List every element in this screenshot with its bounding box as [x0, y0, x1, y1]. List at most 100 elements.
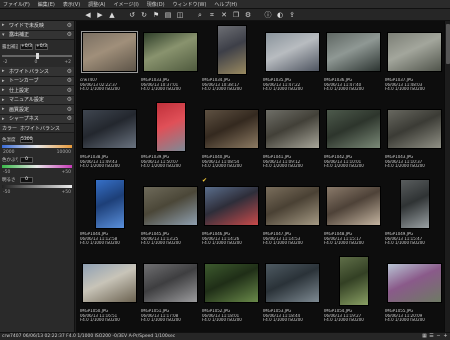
thumbnail-image[interactable]	[204, 109, 259, 149]
thumbnail[interactable]: IMGP1047.JPG 06/06/13 11:14:53 F4.0 1/1000…	[262, 178, 320, 255]
thumbnail[interactable]: IMGP1048.JPG 06/06/13 11:15:17 F4.0 1/1000…	[323, 178, 381, 255]
delete-icon[interactable]: ✕	[220, 11, 228, 19]
p1-row-1[interactable]: ▾ 露出補正 ⚙	[0, 30, 74, 40]
chevron-right-icon[interactable]: ▸	[2, 87, 7, 93]
thumbnail[interactable]: IMGP1055.JPG 06/06/13 11:20:09 F4.0 1/1000…	[384, 255, 442, 332]
thumbnail[interactable]: IMGP1045.JPG 06/06/13 11:13:25 F4.0 1/1000…	[140, 178, 198, 255]
thumbnail-image[interactable]	[204, 263, 259, 303]
thumbnail[interactable]: IMGP1053.JPG 06/06/13 11:18:44 F4.0 1/1000…	[262, 255, 320, 332]
rotate-right-icon[interactable]: ↻	[140, 11, 148, 19]
settings-icon[interactable]: ⚙	[244, 11, 252, 19]
color-temp-value[interactable]: 5300	[20, 136, 33, 143]
menu-item-5[interactable]: 現像(D)	[147, 1, 165, 8]
thumbnail-image[interactable]	[387, 263, 442, 303]
p2-row-4[interactable]: ▸ 画質設定 ⚙	[0, 105, 74, 115]
chevron-right-icon[interactable]: ▸	[2, 78, 7, 84]
gear-icon[interactable]: ⚙	[67, 96, 72, 103]
p2-row-0[interactable]: ▸ ホワイトバランス ⚙	[0, 67, 74, 77]
thumbnail[interactable]: IMGP1034.JPG 06/06/13 10:38:17 F4.0 1/1000…	[201, 24, 259, 101]
thumbnail[interactable]: IMGP1036.JPG 06/06/13 11:47:40 F4.0 1/1000…	[323, 24, 381, 101]
zoom-icon[interactable]: ⌕	[196, 11, 204, 19]
thumbnail[interactable]: IMGP1044.JPG 06/06/13 11:12:58 F4.0 1/1000…	[79, 178, 137, 255]
thumbnail[interactable]: IMGP1042.JPG 06/06/13 11:10:01 F4.0 1/2000…	[323, 101, 381, 178]
arrow-right-icon[interactable]: ▶	[96, 11, 104, 19]
hue-value[interactable]: 0	[20, 176, 33, 183]
menu-item-1[interactable]: 編集(E)	[38, 1, 55, 8]
thumbnail-image[interactable]	[143, 32, 198, 72]
thumbnail-image[interactable]	[95, 179, 125, 229]
color-temp-gradient[interactable]	[2, 145, 72, 148]
gear-icon[interactable]: ⚙	[67, 106, 72, 113]
gear-icon[interactable]: ⚙	[67, 31, 72, 38]
p1-row-0[interactable]: ▸ ワイドで未反映 ⚙	[0, 21, 74, 31]
thumbnail-image[interactable]	[326, 32, 381, 72]
list-view-icon[interactable]: ☰	[429, 334, 434, 339]
exposure-slider-knob[interactable]	[35, 52, 39, 59]
scrollbar-thumb[interactable]	[446, 24, 450, 64]
zoom-in-icon[interactable]: +	[443, 334, 448, 339]
gear-icon[interactable]: ⚙	[67, 115, 72, 122]
exposure-slider[interactable]	[2, 52, 72, 59]
menu-item-0[interactable]: ファイル(F)	[3, 1, 30, 8]
scrollbar[interactable]	[444, 21, 450, 332]
thumbnail[interactable]: IMGP1035.JPG 06/06/13 11:47:22 F4.0 1/1000…	[262, 24, 320, 101]
thumbnail[interactable]: IMGP1037.JPG 06/06/13 11:48:03 F4.0 1/1000…	[384, 24, 442, 101]
gear-icon[interactable]: ⚙	[67, 22, 72, 29]
thumbnail-image[interactable]	[204, 186, 259, 226]
gear-icon[interactable]: ⚙	[67, 68, 72, 75]
thumbnail[interactable]: IMGP1052.JPG 06/06/13 11:18:01 F4.0 1/1000…	[201, 255, 259, 332]
exposure-value-right[interactable]: +0/3	[35, 43, 48, 50]
thumbnail[interactable]: IMGP1043.JPG 06/06/13 11:10:37 F4.0 1/2000…	[384, 101, 442, 178]
thumbnail-image[interactable]	[156, 102, 186, 152]
thumbnail-image[interactable]	[143, 186, 198, 226]
exposure-value-left[interactable]: +0/3	[20, 43, 33, 50]
p2-row-2[interactable]: ▸ 仕上設定 ⚙	[0, 86, 74, 96]
stack-icon[interactable]: ▤	[164, 11, 172, 19]
thumbnail[interactable]: IMGP1040.JPG 06/06/13 11:08:54 F4.0 1/2000…	[201, 101, 259, 178]
chevron-right-icon[interactable]: ▸	[2, 68, 7, 74]
menu-item-7[interactable]: ヘルプ(H)	[214, 1, 237, 8]
thumbnail-image[interactable]	[82, 263, 137, 303]
zoom-out-icon[interactable]: −	[436, 334, 441, 339]
chevron-right-icon[interactable]: ▸	[2, 22, 7, 28]
thumbnail[interactable]: IMGP1038.JPG 06/06/13 11:49:43 F4.0 1/2000…	[79, 101, 137, 178]
thumbnail-image[interactable]	[387, 32, 442, 72]
chevron-right-icon[interactable]: ▸	[2, 116, 7, 122]
p2-row-5[interactable]: ▸ シャープネス ⚙	[0, 114, 74, 124]
chevron-down-icon[interactable]: ▾	[2, 32, 7, 38]
crop-icon[interactable]: ⌗	[208, 11, 216, 19]
thumbnail[interactable]: IMGP1051.JPG 06/06/13 11:17:08 F4.0 1/1000…	[140, 255, 198, 332]
hue-gradient[interactable]	[2, 185, 72, 188]
flag-icon[interactable]: ⚑	[152, 11, 160, 19]
menu-item-2[interactable]: 表示(V)	[63, 1, 80, 8]
thumbnail[interactable]: IMGP1033.JPG 06/06/13 10:37:01 F4.0 1/1000…	[140, 24, 198, 101]
thumbnail-image[interactable]	[265, 32, 320, 72]
menu-item-4[interactable]: イメージ(I)	[114, 1, 139, 8]
thumbnail-image[interactable]	[265, 263, 320, 303]
copy-icon[interactable]: ❐	[232, 11, 240, 19]
thumbnail-image[interactable]	[265, 109, 320, 149]
chevron-right-icon[interactable]: ▸	[2, 97, 7, 103]
thumbnail-image[interactable]	[387, 109, 442, 149]
gear-icon[interactable]: ⚙	[67, 87, 72, 94]
subtab-white-balance[interactable]: ホワイトバランス	[20, 125, 60, 132]
tint-value[interactable]: 0	[20, 156, 33, 163]
thumbnail-image[interactable]	[265, 186, 320, 226]
thumbnail-image[interactable]	[400, 179, 430, 229]
thumbnail[interactable]: IMGP1039.JPG 06/06/13 11:50:07 F4.0 1/2000…	[140, 101, 198, 178]
develop-icon[interactable]: ◐	[276, 11, 284, 19]
arrow-up-icon[interactable]: ▲	[108, 11, 116, 19]
compare-icon[interactable]: ◫	[176, 11, 184, 19]
tint-gradient[interactable]	[2, 165, 72, 168]
check-icon[interactable]: ✔	[202, 177, 207, 184]
arrow-left-icon[interactable]: ◀	[84, 11, 92, 19]
thumbnail-image[interactable]	[326, 109, 381, 149]
menu-item-6[interactable]: ウィンドウ(W)	[173, 1, 207, 8]
thumbnail[interactable]: IMGP1041.JPG 06/06/13 11:09:12 F4.0 1/2000…	[262, 101, 320, 178]
thumbnail-image[interactable]	[143, 263, 198, 303]
p2-row-1[interactable]: ▸ トーンカーブ ⚙	[0, 76, 74, 86]
menu-item-3[interactable]: 調整(A)	[88, 1, 105, 8]
thumbnail-image[interactable]	[326, 186, 381, 226]
thumbnail-image[interactable]	[339, 256, 369, 306]
subtab-color[interactable]: カラー	[2, 125, 17, 132]
